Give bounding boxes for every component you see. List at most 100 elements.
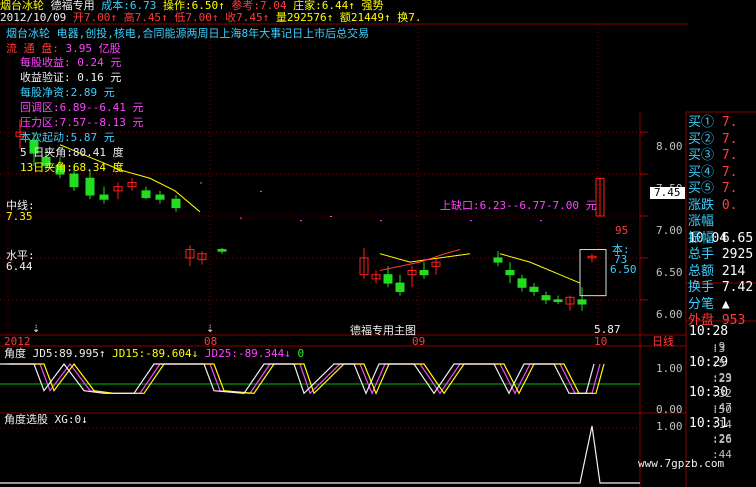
quote-row-3: 买④ 7. (688, 165, 756, 182)
quote-value: 7. (714, 164, 738, 180)
quote-label: 总手 (688, 247, 715, 262)
ang13-label: 13日夹角: (20, 161, 73, 174)
level-value: 6.44 (6, 260, 33, 273)
candle-body (155, 194, 165, 200)
quote-row-0: 买① 7. (688, 115, 756, 132)
mid-value: 7.35 (6, 210, 33, 223)
split-arrow-icon: ⇣ (206, 324, 214, 335)
dot (330, 216, 332, 217)
candle-body (493, 257, 503, 263)
tick-mark-7: :44 (712, 448, 732, 461)
start-label: 本次起动: (20, 131, 71, 144)
ang13-row: 13日夹角:68.34 度 (20, 162, 124, 174)
tick-mark-5: :14 (712, 418, 732, 431)
quote-value: 2925 (714, 247, 754, 262)
selector-xg: XG:0↓ (54, 413, 88, 426)
ang13-value: 68.34 度 (72, 161, 124, 174)
back-row: 回调区:6.89--6.41 元 (20, 102, 143, 114)
start-row: 本次起动:5.87 元 (20, 132, 115, 144)
dot (200, 182, 202, 184)
candle-body (517, 278, 527, 288)
selector-name: 角度选股 (4, 413, 48, 426)
price-tick-800: 8.00 (656, 140, 683, 153)
quote-label: 分笔 (688, 296, 715, 312)
jd25-value: JD25:-89.344↓ (204, 347, 291, 360)
quote-label: 涨跌 (688, 197, 715, 213)
quote-row-10: 换手 7.42 (688, 280, 756, 297)
candle-body (529, 286, 539, 292)
ang5-row: 5 日夹角:80.41 度 (20, 147, 124, 159)
quote-row-7: 振幅 6.65 (688, 231, 756, 248)
dot (540, 220, 542, 222)
candle-body (419, 270, 429, 276)
start-value: 5.87 元 (70, 131, 115, 144)
back-label: 回调区: (20, 101, 60, 114)
dot (240, 217, 242, 219)
tick-mark-2: :23 (712, 372, 732, 385)
dot (260, 190, 262, 192)
candle-body (69, 173, 79, 188)
candle-body (577, 299, 587, 305)
price-tick-600: 6.00 (656, 308, 683, 321)
split-arrow-icon: ⇣ (32, 324, 40, 335)
float-row: 流 通 盘: 3.95 亿股 (6, 43, 121, 55)
nav-row: 每股净资:2.89 元 (20, 87, 115, 99)
price-tick-650: 6.50 (656, 266, 683, 279)
quote-label: 振幅 (688, 230, 715, 246)
quote-label: 买① (688, 115, 715, 130)
dot (470, 220, 472, 222)
press-label: 压力区: (20, 116, 60, 129)
back-value: 6.89--6.41 元 (59, 101, 144, 114)
quote-value: 6.65 (714, 230, 754, 246)
quote-row-1: 买② 7. (688, 132, 756, 149)
cum-label: 收益验证: (20, 71, 71, 84)
quote-row-11: 分笔 ▲ (688, 297, 756, 314)
quote-value: ▲ (714, 296, 730, 312)
float-value: 3.95 亿股 (65, 42, 121, 55)
indicator-name: 角度 (4, 347, 26, 360)
press-row: 压力区:7.57--8.13 元 (20, 117, 143, 129)
jd5-value: JD5:89.995↑ (32, 347, 106, 360)
quote-value: 0. (714, 197, 738, 213)
cum-row: 收益验证: 0.16 元 (20, 72, 121, 84)
jd15-value: JD15:-89.604↓ (112, 347, 199, 360)
quote-label: 买② (688, 131, 715, 147)
chart-title: 德福专用主图 (350, 324, 416, 337)
period-label: 日线 (652, 335, 674, 348)
angle-indicator (0, 363, 605, 395)
tick-mark-6: :26 (712, 433, 732, 446)
ang5-value: 80.41 度 (72, 146, 124, 159)
tick-mark-3: :32 (712, 387, 732, 400)
quote-value: 7. (714, 181, 738, 196)
quote-label: 总额 (688, 263, 715, 279)
float-label: 流 通 盘: (6, 42, 59, 55)
quote-value: 7. (714, 131, 738, 147)
selector-header: 角度选股 XG:0↓ (4, 414, 88, 426)
quote-label: 买⑤ (688, 181, 715, 196)
eps-row: 每股收益: 0.24 元 (20, 57, 121, 69)
angle-scale-1: 1.00 (656, 362, 683, 375)
quote-label: 买③ (688, 148, 715, 163)
month-10: 10 (594, 335, 608, 348)
candle-body (553, 299, 563, 303)
candle-body (141, 190, 151, 199)
quote-value: 7.42 (714, 280, 754, 295)
ang5-label: 5 日夹角: (20, 146, 73, 159)
current-price-tag: 7.45 (650, 187, 685, 199)
candle-body (171, 198, 181, 209)
eps-label: 每股收益: (20, 56, 71, 69)
tick-mark-4: :50 (712, 403, 732, 416)
nav-label: 每股净资: (20, 86, 71, 99)
tick-time-0: 10:28 (689, 324, 729, 339)
tick-mark-1: :5 (712, 357, 726, 370)
side-mini-1: 95 (615, 224, 629, 237)
angle-scale-0: 0.00 (656, 403, 683, 416)
info-line: 烟台冰轮 电器,创投,核电,合同能源两周日上海8年大事记日上市后总交易 (6, 27, 370, 40)
press-value: 7.57--8.13 元 (59, 116, 144, 129)
quote-label: 换手 (688, 280, 715, 295)
quote-value: 7. (714, 115, 738, 130)
cum-value: 0.16 元 (77, 71, 122, 84)
quote-value: 214 (714, 263, 746, 279)
quote-value: 7. (714, 148, 738, 163)
quote-row-9: 总额 214 (688, 264, 756, 281)
